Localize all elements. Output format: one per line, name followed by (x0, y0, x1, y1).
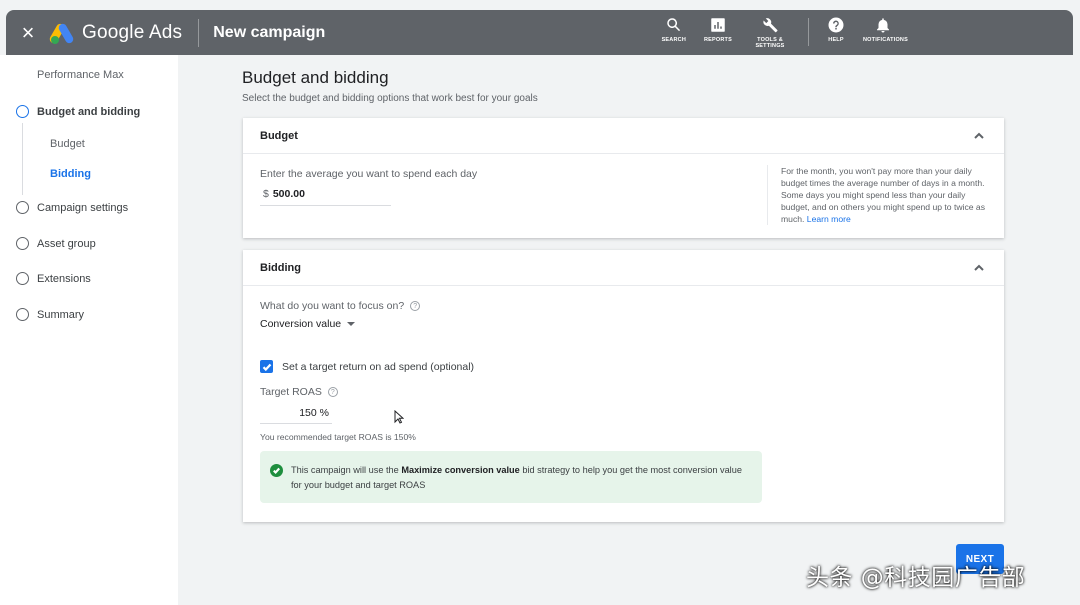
target-roas-input[interactable]: 150 % (260, 402, 332, 424)
search-tool[interactable]: SEARCH (662, 10, 686, 43)
budget-question: Enter the average you want to spend each… (260, 168, 478, 180)
focus-question: What do you want to focus on? ? (260, 300, 421, 312)
reports-label: REPORTS (704, 37, 732, 43)
step-circle-icon (16, 237, 29, 250)
info-prefix: This campaign will use the (291, 465, 402, 475)
learn-more-link[interactable]: Learn more (807, 214, 851, 224)
reports-tool[interactable]: REPORTS (704, 10, 732, 43)
sidebar-subitem-budget[interactable]: Budget (50, 138, 85, 150)
tools-settings-tool[interactable]: TOOLS & SETTINGS (750, 10, 790, 49)
budget-card-header[interactable]: Budget (243, 118, 1004, 154)
budget-help-note: For the month, you won't pay more than y… (767, 165, 987, 225)
bidding-card: Bidding What do you want to focus on? ? … (243, 250, 1004, 522)
google-ads-logo: Google Ads (48, 21, 183, 45)
tools-settings-label: TOOLS & SETTINGS (755, 37, 785, 49)
checkbox-label: Set a target return on ad spend (optiona… (282, 360, 475, 373)
help-tool[interactable]: HELP (827, 10, 845, 43)
target-roas-checkbox-row[interactable]: Set a target return on ad spend (optiona… (260, 360, 474, 373)
sidebar-item-asset-group[interactable]: Asset group (16, 237, 96, 250)
budget-card: Budget Enter the average you want to spe… (243, 118, 1004, 238)
dropdown-caret-icon (347, 321, 356, 326)
header-tools: SEARCH REPORTS TOOLS & SETTINGS HELP NOT… (644, 10, 908, 55)
bidding-heading: Bidding (260, 261, 301, 274)
watermark-overlay: 头条 @科技园广告部 (806, 565, 1026, 591)
notifications-tool[interactable]: NOTIFICATIONS (863, 10, 908, 43)
wrench-icon (763, 18, 778, 33)
help-icon (828, 17, 844, 33)
target-roas-checkbox[interactable] (260, 360, 273, 373)
page-subtitle: Select the budget and bidding options th… (242, 93, 538, 104)
close-button[interactable]: × (8, 10, 48, 55)
bidding-card-header[interactable]: Bidding (243, 250, 1004, 286)
info-strategy-name: Maximize conversion value (401, 465, 520, 475)
sidebar-item-campaign-settings[interactable]: Campaign settings (16, 201, 128, 214)
budget-heading: Budget (260, 129, 298, 142)
chevron-up-icon[interactable] (972, 261, 986, 275)
sidebar-item-label: Asset group (37, 237, 96, 250)
sidebar-item-label: Extensions (37, 272, 91, 285)
sidebar-subitem-bidding[interactable]: Bidding (50, 168, 91, 180)
step-circle-icon (16, 105, 29, 118)
sidebar-item-label: Summary (37, 308, 85, 321)
search-label: SEARCH (661, 37, 686, 43)
help-label: HELP (828, 37, 844, 43)
currency-symbol: $ (263, 188, 269, 200)
daily-budget-value: 500.00 (272, 188, 305, 200)
tools-divider (808, 18, 809, 46)
focus-dropdown[interactable]: Conversion value (260, 314, 356, 334)
sidebar-item-extensions[interactable]: Extensions (16, 272, 91, 285)
checkmark-icon (262, 363, 271, 371)
reports-icon (711, 18, 725, 32)
bid-strategy-info-box: This campaign will use the Maximize conv… (260, 451, 762, 503)
search-icon (667, 18, 680, 32)
top-app-bar: × Google Ads New campaign SEARCH REPORTS… (6, 10, 1073, 55)
focus-dropdown-value: Conversion value (260, 317, 342, 330)
step-circle-icon (16, 272, 29, 285)
notifications-label: NOTIFICATIONS (863, 37, 908, 43)
check-circle-icon (270, 464, 283, 477)
target-roas-recommendation: You recommended target ROAS is 150% (260, 432, 416, 442)
step-circle-icon (16, 201, 29, 214)
chevron-up-icon[interactable] (972, 129, 986, 143)
sidebar-item-budget-and-bidding[interactable]: Budget and bidding (16, 105, 140, 118)
header-divider (198, 18, 200, 47)
sidebar-item-label: Campaign settings (37, 201, 129, 214)
help-circle-icon[interactable]: ? (410, 301, 421, 311)
daily-budget-input[interactable]: $ 500.00 (260, 183, 391, 206)
product-name: Google Ads (82, 21, 183, 43)
focus-question-label: What do you want to focus on? (260, 300, 405, 312)
bell-icon (877, 18, 889, 33)
app-root: × Google Ads New campaign SEARCH REPORTS… (0, 0, 1080, 605)
sidebar-nav: Performance Max Budget and bidding Budge… (0, 55, 178, 605)
page-title-header: New campaign (213, 23, 326, 41)
mouse-cursor-icon (394, 409, 405, 424)
help-circle-icon[interactable]: ? (327, 387, 338, 397)
bid-strategy-info-text: This campaign will use the Maximize conv… (291, 463, 750, 493)
target-roas-label-text: Target ROAS (260, 386, 322, 398)
target-roas-label: Target ROAS ? (260, 386, 338, 398)
sidebar-item-summary[interactable]: Summary (16, 308, 84, 321)
nav-connector-line (22, 123, 23, 195)
page-title: Budget and bidding (242, 68, 389, 87)
step-circle-icon (16, 308, 29, 321)
google-ads-logo-icon (48, 21, 75, 45)
sidebar-item-label: Budget and bidding (37, 105, 141, 118)
sidebar-campaign-type: Performance Max (37, 69, 124, 81)
